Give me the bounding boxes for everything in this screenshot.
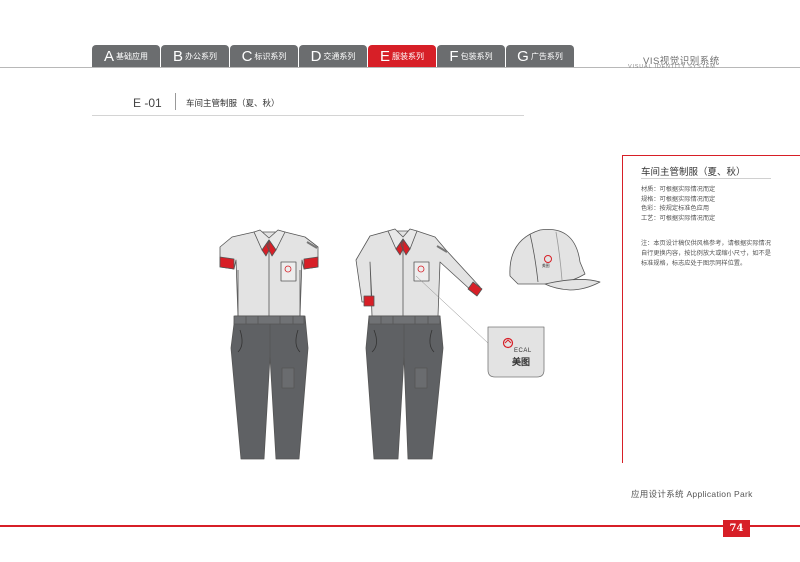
cap xyxy=(509,229,601,291)
cap-logo-cn: 美图 xyxy=(542,264,550,268)
panel-rule xyxy=(622,155,800,156)
spec-size: 规格：可根据实际情况而定 xyxy=(641,195,716,203)
short-sleeve-shirt-front xyxy=(219,229,319,317)
application-label: 应用设计系统 Application Park xyxy=(631,489,753,499)
panel-separator xyxy=(641,178,771,179)
footer-rule xyxy=(0,525,800,527)
page-number: 74 xyxy=(723,520,750,537)
panel-specs: 材质：可根据实际情况而定 规格：可根据实际情况而定 色彩：按规定标准色应用 工艺… xyxy=(641,185,715,223)
pants-front xyxy=(230,315,309,460)
panel-title: 车间主管制服（夏、秋） xyxy=(641,167,746,178)
spec-process: 工艺：可根据实际情况而定 xyxy=(641,214,716,222)
uniform-illustration xyxy=(219,228,601,460)
pants-back xyxy=(365,315,444,460)
spec-color: 色彩：按规定标准色应用 xyxy=(641,205,710,212)
panel-note: 注：本页设计稿仅供风格参考，请根据实际情况自行更换内容，按比例放大或缩小尺寸，如… xyxy=(641,240,771,267)
panel-side-rule xyxy=(622,155,623,463)
callout-logo-en: ECAL xyxy=(514,348,532,354)
spec-material: 材质：可根据实际情况而定 xyxy=(641,186,716,193)
long-sleeve-shirt xyxy=(355,228,483,317)
callout-logo-cn: 美图 xyxy=(512,357,531,367)
